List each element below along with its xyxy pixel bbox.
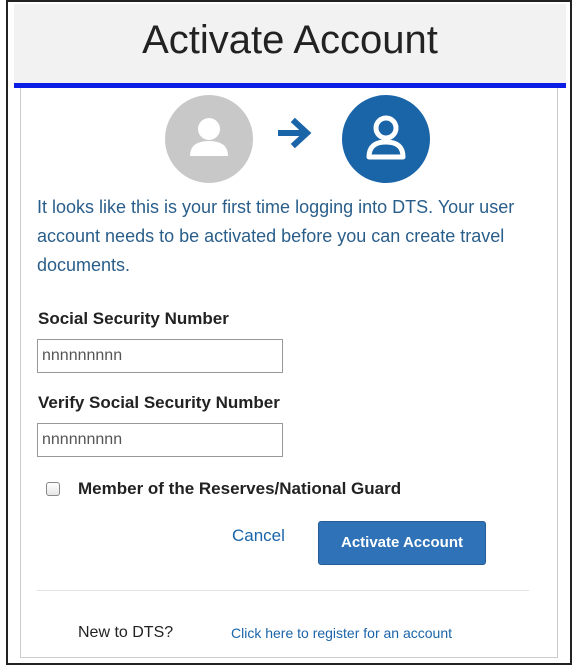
first-login-message: It looks like this is your first time lo… (37, 197, 515, 275)
user-icon (190, 118, 228, 156)
new-to-dts-label: New to DTS? (78, 624, 174, 641)
user-icon (366, 115, 406, 160)
verify-ssn-label: Verify Social Security Number (38, 393, 280, 412)
ssn-label: Social Security Number (38, 309, 229, 328)
register-link[interactable]: Click here to register for an account (231, 625, 452, 641)
footer-divider (37, 590, 529, 591)
activate-account-button[interactable]: Activate Account (318, 521, 486, 565)
cancel-link[interactable]: Cancel (232, 526, 285, 546)
verify-ssn-input[interactable] (37, 423, 283, 457)
active-user-avatar (342, 95, 430, 183)
reserves-checkbox-row[interactable]: Member of the Reserves/National Guard (46, 478, 401, 500)
ssn-input[interactable] (37, 339, 283, 373)
reserves-checkbox[interactable] (46, 482, 60, 496)
reserves-checkbox-label: Member of the Reserves/National Guard (78, 479, 402, 498)
header-bar: Activate Account (14, 4, 566, 88)
arrow-right-icon (277, 114, 315, 157)
inactive-user-avatar (165, 95, 253, 183)
page-title: Activate Account (142, 18, 438, 62)
form-panel (20, 88, 558, 658)
